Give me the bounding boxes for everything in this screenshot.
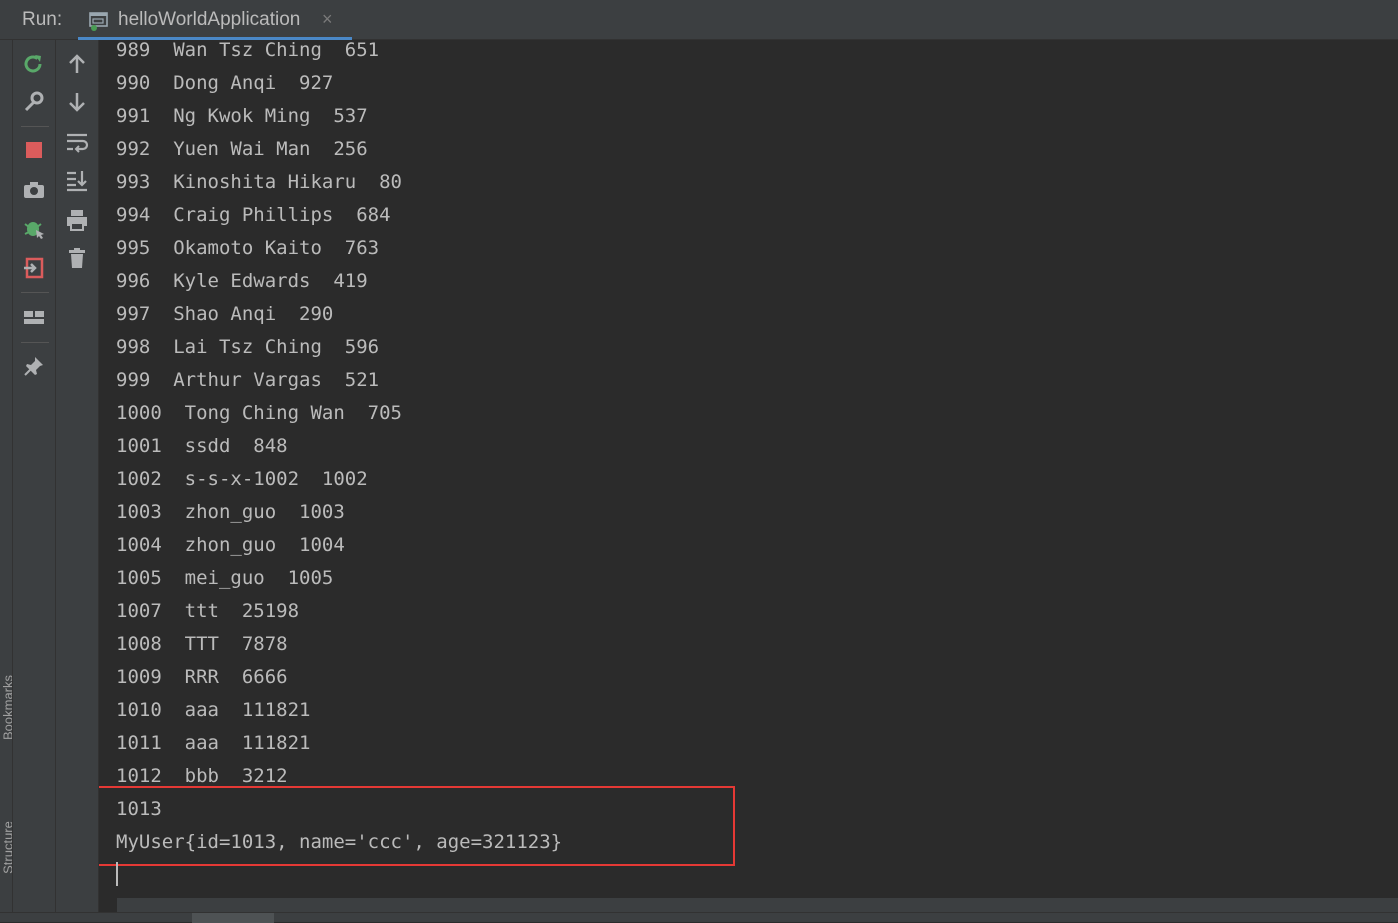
run-toolbar-right [56, 40, 99, 912]
console-line: 1004 zhon_guo 1004 [116, 534, 345, 556]
scroll-to-end-icon[interactable] [65, 168, 89, 192]
close-icon[interactable]: × [322, 9, 333, 30]
run-toolbar-left [13, 40, 56, 912]
toolbar-separator [21, 126, 49, 127]
camera-icon[interactable] [22, 178, 46, 202]
bookmarks-tab[interactable]: Bookmarks [1, 658, 13, 758]
console-line: 999 Arthur Vargas 521 [116, 369, 380, 391]
console-line: 993 Kinoshita Hikaru 80 [116, 171, 402, 193]
run-tool-window-header: Run: helloWorldApplication × [0, 0, 1398, 40]
wrench-icon[interactable] [22, 90, 46, 114]
horizontal-scrollbar[interactable] [117, 898, 1398, 912]
exit-icon[interactable] [22, 256, 46, 280]
toolbar-separator [21, 292, 49, 293]
console-line: 1008 TTT 7878 [116, 633, 288, 655]
console-line: 1002 s-s-x-1002 1002 [116, 468, 368, 490]
bottom-status-strip [0, 912, 1398, 923]
console-line: 1007 ttt 25198 [116, 600, 300, 622]
console-line: 1001 ssdd 848 [116, 435, 288, 457]
pin-icon[interactable] [22, 354, 46, 378]
print-icon[interactable] [65, 208, 89, 232]
console-line: 989 Wan Tsz Ching 651 [116, 40, 380, 61]
tab-hello-world-application[interactable]: helloWorldApplication × [78, 0, 352, 40]
rerun-icon[interactable] [22, 52, 46, 76]
soft-wrap-icon[interactable] [65, 130, 89, 154]
structure-tab[interactable]: Structure [1, 798, 13, 898]
console-line: 1010 aaa 111821 [116, 699, 311, 721]
console-line: 1011 aaa 111821 [116, 732, 311, 754]
console-output[interactable]: 989 Wan Tsz Ching 651 990 Dong Anqi 927 … [99, 40, 1398, 898]
trash-icon[interactable] [65, 246, 89, 270]
console-line: 1012 bbb 3212 [116, 765, 288, 787]
text-cursor [116, 862, 118, 886]
console-line: 991 Ng Kwok Ming 537 [116, 105, 368, 127]
arrow-down-icon[interactable] [65, 90, 89, 114]
console-line: 997 Shao Anqi 290 [116, 303, 334, 325]
layout-icon[interactable] [22, 305, 46, 329]
console-line: 998 Lai Tsz Ching 596 [116, 336, 380, 358]
console-line: 1000 Tong Ching Wan 705 [116, 402, 402, 424]
toolbar-separator [21, 342, 49, 343]
stop-icon[interactable] [22, 138, 46, 162]
console-line: 990 Dong Anqi 927 [116, 72, 334, 94]
console-line: 995 Okamoto Kaito 763 [116, 237, 380, 259]
console-line: 1005 mei_guo 1005 [116, 567, 334, 589]
highlight-annotation-box [99, 786, 735, 866]
run-label: Run: [22, 9, 63, 30]
console-line: 1009 RRR 6666 [116, 666, 288, 688]
console-line: 994 Craig Phillips 684 [116, 204, 391, 226]
console-line: 996 Kyle Edwards 419 [116, 270, 368, 292]
console-line: 992 Yuen Wai Man 256 [116, 138, 368, 160]
debug-icon[interactable] [22, 216, 46, 240]
tab-title: helloWorldApplication [118, 9, 301, 30]
side-tool-stripe: Bookmarks Structure [0, 40, 13, 922]
arrow-up-icon[interactable] [65, 52, 89, 76]
console-line: 1003 zhon_guo 1003 [116, 501, 345, 523]
application-icon [88, 10, 110, 37]
